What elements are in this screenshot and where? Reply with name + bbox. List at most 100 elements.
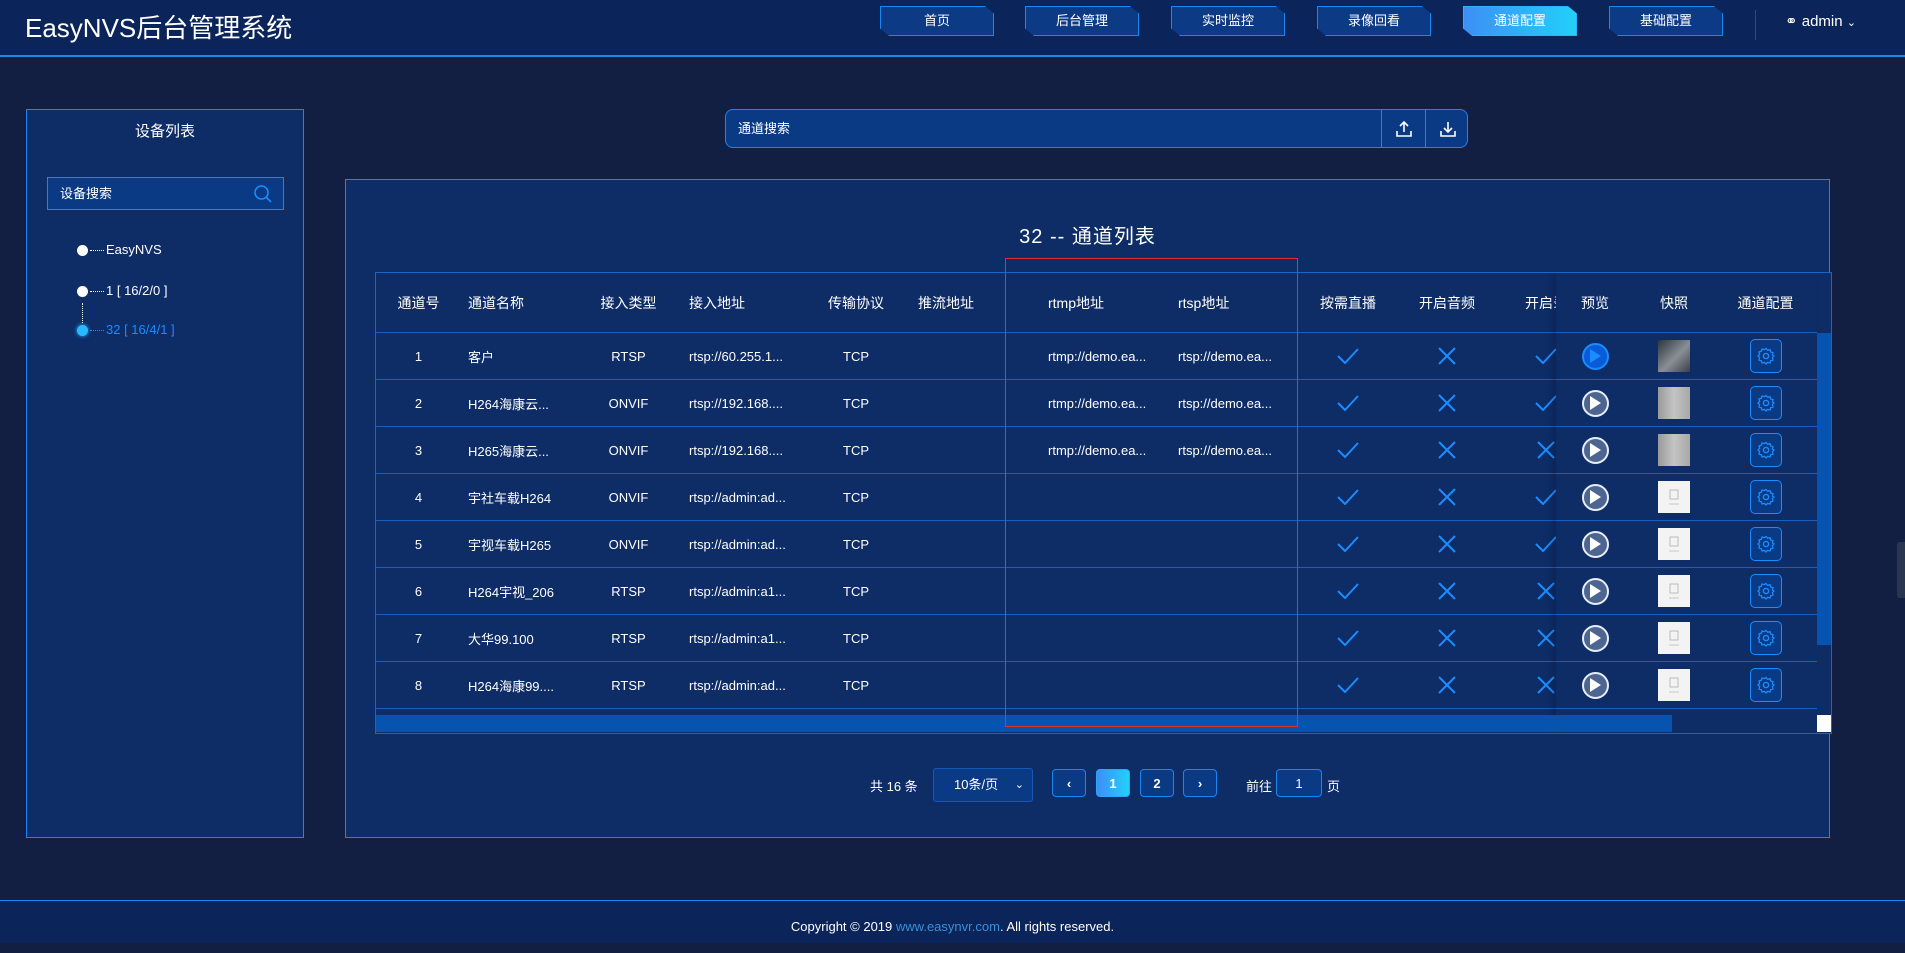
page-size-select[interactable]: 10条/页 ⌄ bbox=[933, 768, 1033, 802]
cross-icon bbox=[1438, 488, 1456, 506]
upload-button[interactable] bbox=[1381, 110, 1425, 147]
cell-audio bbox=[1405, 568, 1489, 614]
search-icon[interactable] bbox=[253, 184, 273, 204]
preview-play-button[interactable] bbox=[1581, 530, 1609, 558]
preview-play-button[interactable] bbox=[1581, 436, 1609, 464]
cell-ondemand bbox=[1291, 474, 1405, 520]
image-placeholder-icon bbox=[1669, 677, 1679, 693]
check-icon bbox=[1535, 489, 1557, 505]
nav-tab-2[interactable]: 实时监控 bbox=[1171, 6, 1285, 36]
cell-proto: TCP bbox=[843, 630, 869, 646]
cell-proto: TCP bbox=[843, 583, 869, 599]
cell-preview bbox=[1556, 662, 1634, 708]
cell-addr: rtsp://admin:a1... bbox=[689, 583, 786, 599]
channel-config-button[interactable] bbox=[1749, 386, 1782, 420]
nav-tab-3[interactable]: 录像回看 bbox=[1317, 6, 1431, 36]
snapshot-thumbnail[interactable] bbox=[1658, 434, 1690, 466]
cell-audio bbox=[1405, 615, 1489, 661]
cell-id: 1 bbox=[414, 348, 423, 364]
snapshot-thumbnail[interactable] bbox=[1658, 387, 1690, 419]
play-icon bbox=[1590, 490, 1601, 504]
column-header: 传输协议 bbox=[828, 294, 884, 311]
preview-play-button[interactable] bbox=[1581, 577, 1609, 605]
column-header: 接入类型 bbox=[600, 294, 657, 311]
snapshot-thumbnail[interactable] bbox=[1658, 340, 1690, 372]
cell-audio bbox=[1405, 474, 1489, 520]
preview-play-button[interactable] bbox=[1581, 483, 1609, 511]
page-2-button[interactable]: 2 bbox=[1140, 769, 1174, 797]
gear-icon bbox=[1756, 347, 1775, 365]
column-header: 通道配置 bbox=[1737, 294, 1794, 311]
preview-play-button[interactable] bbox=[1581, 624, 1609, 652]
website-link[interactable]: www.easynvr.com bbox=[896, 919, 1000, 934]
cell-ondemand bbox=[1291, 380, 1405, 426]
nav-tab-5[interactable]: 基础配置 bbox=[1609, 6, 1723, 36]
goto-page-input[interactable]: 1 bbox=[1276, 769, 1322, 797]
cell-addr: rtsp://60.255.1... bbox=[689, 348, 783, 364]
snapshot-thumbnail[interactable] bbox=[1658, 669, 1690, 701]
preview-play-button[interactable] bbox=[1581, 342, 1609, 370]
column-header: 通道号 bbox=[397, 294, 440, 311]
channel-config-button[interactable] bbox=[1749, 574, 1782, 608]
device-search-input[interactable]: 设备搜索 bbox=[47, 177, 284, 210]
gear-icon bbox=[1756, 629, 1775, 647]
tree-node-1[interactable]: 1 [ 16/2/0 ] bbox=[77, 283, 167, 298]
scrollbar-corner bbox=[1817, 715, 1831, 732]
download-button[interactable] bbox=[1425, 110, 1467, 147]
next-page-button[interactable]: › bbox=[1183, 769, 1217, 797]
check-icon bbox=[1337, 536, 1359, 552]
device-list-title: 设备列表 bbox=[134, 123, 195, 140]
cell-snapshot bbox=[1634, 474, 1714, 520]
snapshot-thumbnail[interactable] bbox=[1658, 481, 1690, 513]
preview-play-button[interactable] bbox=[1581, 671, 1609, 699]
tree-node-root[interactable]: EasyNVS bbox=[77, 242, 162, 257]
nav-tab-0[interactable]: 首页 bbox=[880, 6, 994, 36]
side-widget[interactable] bbox=[1897, 542, 1905, 598]
snapshot-thumbnail[interactable] bbox=[1658, 528, 1690, 560]
channel-config-button[interactable] bbox=[1749, 433, 1782, 467]
user-name: admin bbox=[1801, 13, 1843, 30]
channel-config-button[interactable] bbox=[1749, 339, 1782, 373]
cell-proto: TCP bbox=[843, 348, 869, 364]
snapshot-thumbnail[interactable] bbox=[1658, 622, 1690, 654]
cross-icon bbox=[1438, 394, 1456, 412]
cell-type: RTSP bbox=[611, 630, 646, 646]
cell-type: ONVIF bbox=[608, 536, 649, 552]
cell-preview bbox=[1556, 427, 1634, 473]
tree-node-32[interactable]: 32 [ 16/4/1 ] bbox=[77, 322, 175, 337]
check-icon bbox=[1337, 677, 1359, 693]
nav-tab-1[interactable]: 后台管理 bbox=[1025, 6, 1139, 36]
cell-type: RTSP bbox=[611, 348, 646, 364]
channel-config-button[interactable] bbox=[1749, 480, 1782, 514]
vertical-scrollbar-thumb[interactable] bbox=[1817, 333, 1831, 645]
device-search-placeholder: 设备搜索 bbox=[60, 186, 113, 201]
play-icon bbox=[1590, 349, 1601, 363]
channel-list-title: 32 -- 通道列表 bbox=[1019, 226, 1156, 248]
chevron-down-icon: ⌄ bbox=[1846, 17, 1856, 29]
cell-ondemand bbox=[1291, 615, 1405, 661]
cell-snapshot bbox=[1634, 662, 1714, 708]
check-icon bbox=[1337, 489, 1359, 505]
cell-proto: TCP bbox=[843, 395, 869, 411]
channel-config-button[interactable] bbox=[1749, 668, 1782, 702]
snapshot-thumbnail[interactable] bbox=[1658, 575, 1690, 607]
prev-page-button[interactable]: ‹ bbox=[1052, 769, 1086, 797]
image-placeholder-icon bbox=[1669, 583, 1679, 599]
cell-id: 5 bbox=[414, 536, 423, 552]
divider bbox=[1755, 10, 1756, 40]
cell-ondemand bbox=[1291, 521, 1405, 567]
preview-play-button[interactable] bbox=[1581, 389, 1609, 417]
channel-config-button[interactable] bbox=[1749, 621, 1782, 655]
nav-tab-4[interactable]: 通道配置 bbox=[1463, 6, 1577, 36]
page-1-button[interactable]: 1 bbox=[1096, 769, 1130, 797]
cross-icon bbox=[1537, 676, 1555, 694]
cell-id: 7 bbox=[414, 630, 423, 646]
channel-config-button[interactable] bbox=[1749, 527, 1782, 561]
tree-label: 32 [ 16/4/1 ] bbox=[106, 322, 175, 337]
cell-addr: rtsp://admin:a1... bbox=[689, 630, 786, 646]
gear-icon bbox=[1756, 488, 1775, 506]
play-icon bbox=[1590, 678, 1601, 692]
gear-icon bbox=[1756, 535, 1775, 553]
channel-search-input[interactable]: 通道搜索 bbox=[738, 110, 1378, 147]
user-menu[interactable]: ⚭ admin ⌄ bbox=[1785, 12, 1856, 30]
